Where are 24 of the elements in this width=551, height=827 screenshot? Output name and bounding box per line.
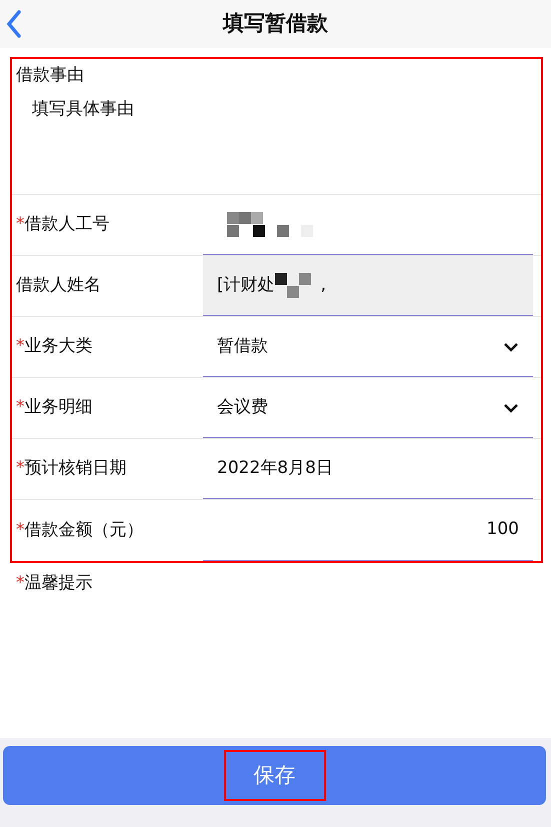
field-label: *业务大类 [16,335,92,358]
field-value: , [320,274,326,297]
field-label: *业务明细 [16,396,92,420]
field-value: 100 [486,518,519,542]
chevron-down-icon [503,342,519,352]
save-button[interactable]: 保存 [3,746,546,805]
field-value: 2022年8月8日 [217,456,333,480]
back-icon[interactable] [6,10,22,38]
field-value: 会议费 [217,396,268,419]
select-field[interactable]: 暂借款 [203,317,533,377]
page-title: 填写暂借款 [223,10,328,38]
field-label: 借款事由 [16,64,85,87]
chevron-down-icon [503,402,519,412]
field-value: 暂借款 [217,334,268,358]
select-field[interactable]: 会议费 [203,378,533,438]
input-field[interactable]: 2022年8月8日 [203,439,533,499]
input-field[interactable]: 100 [203,500,533,561]
field-label: *借款金额（元） [16,518,144,542]
textarea-field[interactable]: 填写具体事由 [32,96,537,196]
field-value: [计财处 [217,274,275,297]
notice-label: *温馨提示 [16,573,92,593]
field-label: *借款人工号 [16,213,110,236]
field-label: 借款人姓名 [16,274,101,298]
field-label: *预计核销日期 [16,457,126,480]
